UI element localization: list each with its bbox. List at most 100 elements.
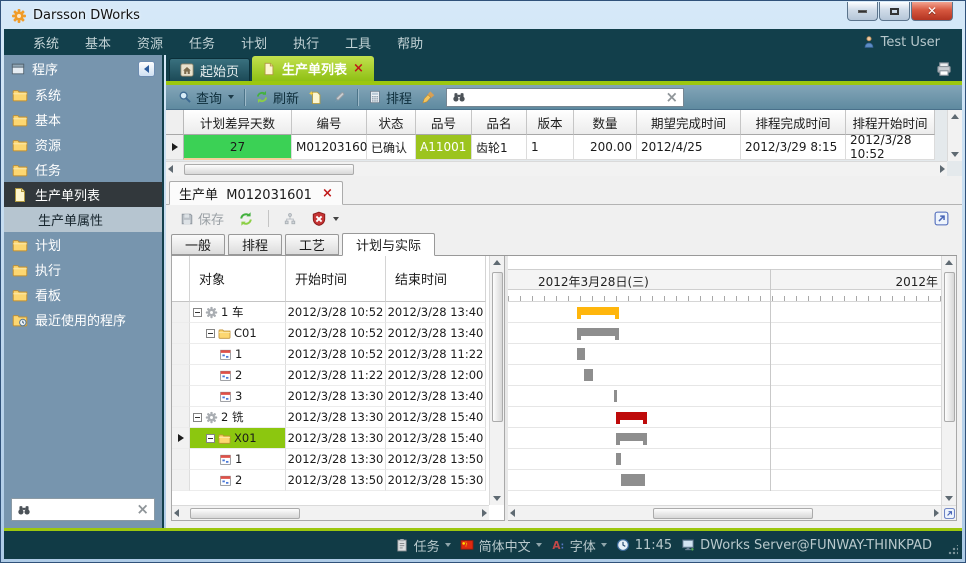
menu-item-5[interactable]: 执行 [280,29,332,56]
tab-close-icon[interactable]: × [353,62,364,75]
tree-object-cell[interactable]: X01 [190,428,286,449]
link-structure-button[interactable] [278,210,302,228]
tree-row[interactable]: 2 铣2012/3/28 13:302012/3/28 15:40 [172,407,504,428]
grid-cell[interactable]: 200.00 [574,135,637,160]
tree-object-cell[interactable]: 1 车 [190,302,286,323]
resize-grip[interactable] [948,545,958,555]
scrollbar-thumb[interactable] [944,272,955,422]
sidebar-item-任务[interactable]: 任务 [4,157,162,182]
gantt-bar[interactable] [577,307,619,315]
grid-cell[interactable]: 2012/3/28 10:52 [846,135,935,160]
gantt-bar[interactable] [577,348,585,360]
column-header-品名[interactable]: 品名 [472,110,527,135]
tree-end-cell[interactable]: 2012/3/28 15:40 [386,428,486,449]
tree-object-cell[interactable]: 1 [190,449,286,470]
gantt-bar[interactable] [577,328,619,336]
tree-column-header-开始时间[interactable]: 开始时间 [286,256,386,302]
grid-cell[interactable]: 2012/3/29 8:15 [741,135,846,160]
tree-row[interactable]: 12012/3/28 13:302012/3/28 13:50 [172,449,504,470]
tree-object-cell[interactable]: C01 [190,323,286,344]
menu-item-0[interactable]: 系统 [20,29,72,56]
detail-refresh-button[interactable] [233,209,259,229]
tree-object-cell[interactable]: 1 [190,344,286,365]
tree-row[interactable]: X012012/3/28 13:302012/3/28 15:40 [172,428,504,449]
tree-end-cell[interactable]: 2012/3/28 13:40 [386,386,486,407]
row-selector[interactable] [166,135,184,160]
tree-column-header-结束时间[interactable]: 结束时间 [386,256,486,302]
detail-tab-close-icon[interactable]: × [322,187,333,200]
gantt-row[interactable] [508,386,956,407]
scrollbar-thumb[interactable] [492,272,503,422]
tree-start-cell[interactable]: 2012/3/28 10:52 [286,302,386,323]
column-header-排程开始时间[interactable]: 排程开始时间 [846,110,935,135]
grid-cell[interactable]: 27 [184,135,292,160]
tree-row[interactable]: 22012/3/28 13:502012/3/28 15:30 [172,470,504,491]
sidebar-item-看板[interactable]: 看板 [4,282,162,307]
status-task-menu[interactable]: 任务 [395,536,451,555]
toolbar-search-input[interactable] [471,90,660,105]
column-header-计划差异天数[interactable]: 计划差异天数 [184,110,292,135]
status-language-menu[interactable]: 简体中文 [460,536,542,555]
gantt-row[interactable] [508,323,956,344]
tree-end-cell[interactable]: 2012/3/28 15:40 [386,407,486,428]
save-button[interactable]: 保存 [175,207,229,230]
validate-button[interactable] [306,209,344,229]
maximize-button[interactable] [879,2,910,21]
tree-expander-icon[interactable] [193,308,202,317]
column-header-期望完成时间[interactable]: 期望完成时间 [637,110,741,135]
gantt-bar[interactable] [616,433,647,441]
schedule-button[interactable]: 排程 [363,86,417,109]
gantt-bar[interactable] [584,369,593,381]
new-button[interactable] [304,88,328,106]
gantt-bar[interactable] [621,474,645,486]
tree-end-cell[interactable]: 2012/3/28 13:40 [386,302,486,323]
tree-column-header-对象[interactable]: 对象 [190,256,286,302]
tree-start-cell[interactable]: 2012/3/28 13:30 [286,428,386,449]
tree-expander-icon[interactable] [193,413,202,422]
tree-start-cell[interactable]: 2012/3/28 13:30 [286,449,386,470]
column-header-状态[interactable]: 状态 [367,110,416,135]
detail-doc-tab[interactable]: 生产单 M012031601 × [169,181,343,205]
sidebar-search-input[interactable] [36,503,131,517]
grid-cell[interactable]: A11001 [416,135,472,160]
sidebar-item-系统[interactable]: 系统 [4,82,162,107]
tab-start-page[interactable]: 起始页 [169,58,250,81]
column-header-品号[interactable]: 品号 [416,110,472,135]
tab-order-list[interactable]: 生产单列表 × [252,56,374,81]
sidebar-item-资源[interactable]: 资源 [4,132,162,157]
gantt-row[interactable] [508,407,956,428]
toolbar-search-clear-icon[interactable]: × [665,90,678,105]
tree-start-cell[interactable]: 2012/3/28 13:50 [286,470,386,491]
gantt-row[interactable] [508,344,956,365]
grid-cell[interactable]: 齿轮1 [472,135,527,160]
menu-item-6[interactable]: 工具 [332,29,384,56]
tree-start-cell[interactable]: 2012/3/28 10:52 [286,344,386,365]
column-header-编号[interactable]: 编号 [292,110,367,135]
tree-expander-icon[interactable] [206,434,215,443]
gantt-popout-button[interactable] [941,505,956,520]
tree-row[interactable]: 22012/3/28 11:222012/3/28 12:00 [172,365,504,386]
tree-object-cell[interactable]: 2 [190,470,286,491]
gantt-bar[interactable] [614,390,617,402]
tree-start-cell[interactable]: 2012/3/28 11:22 [286,365,386,386]
orders-grid-vscrollbar[interactable] [947,110,962,161]
sidebar-collapse-button[interactable] [138,61,155,77]
menu-item-4[interactable]: 计划 [228,29,280,56]
menu-item-7[interactable]: 帮助 [384,29,436,56]
tree-start-cell[interactable]: 2012/3/28 13:30 [286,407,386,428]
gantt-vscrollbar[interactable] [941,256,956,505]
tree-row[interactable]: 1 车2012/3/28 10:522012/3/28 13:40 [172,302,504,323]
tree-expander-icon[interactable] [206,329,215,338]
tree-object-cell[interactable]: 2 [190,365,286,386]
scrollbar-thumb[interactable] [653,508,813,519]
tree-row[interactable]: C012012/3/28 10:522012/3/28 13:40 [172,323,504,344]
scrollbar-thumb[interactable] [190,508,300,519]
subtab-plan-vs-actual[interactable]: 计划与实际 [342,233,435,256]
tree-object-cell[interactable]: 3 [190,386,286,407]
tree-row[interactable]: 12012/3/28 10:522012/3/28 11:22 [172,344,504,365]
tree-start-cell[interactable]: 2012/3/28 13:30 [286,386,386,407]
sidebar-item-最近使用的程序[interactable]: 最近使用的程序 [4,307,162,332]
tree-start-cell[interactable]: 2012/3/28 10:52 [286,323,386,344]
printer-icon[interactable] [935,60,953,78]
gantt-row[interactable] [508,302,956,323]
